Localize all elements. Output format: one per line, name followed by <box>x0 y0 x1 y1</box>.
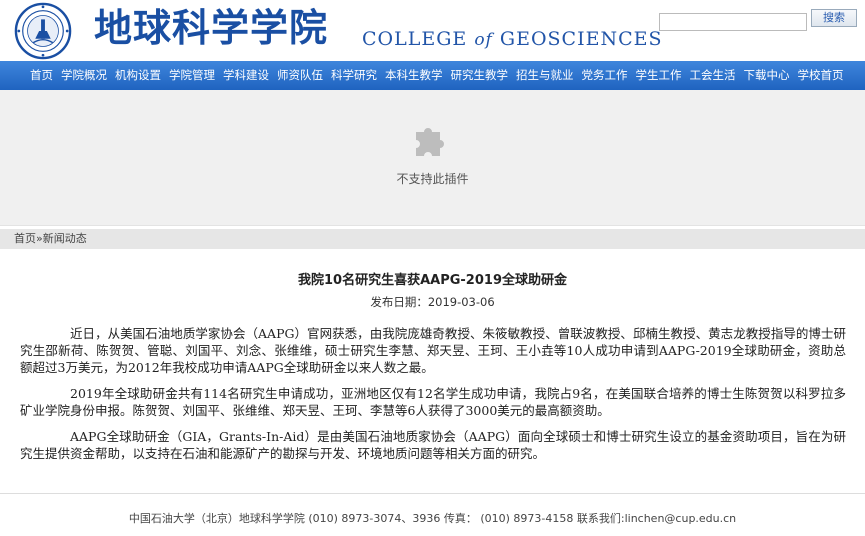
nav-item-management[interactable]: 学院管理 <box>169 61 215 90</box>
puzzle-piece-icon <box>416 128 444 156</box>
search-input[interactable] <box>659 13 807 31</box>
nav-item-overview[interactable]: 学院概况 <box>61 61 107 90</box>
title-en-of: of <box>474 30 493 50</box>
footer-divider <box>0 493 865 494</box>
university-seal-logo[interactable] <box>14 2 72 60</box>
nav-item-admissions[interactable]: 招生与就业 <box>516 61 574 90</box>
nav-item-graduate[interactable]: 研究生教学 <box>451 61 509 90</box>
publish-date: 发布日期：2019-03-06 <box>0 294 865 310</box>
nav-item-downloads[interactable]: 下载中心 <box>744 61 790 90</box>
title-en-suffix: GEOSCIENCES <box>499 28 663 50</box>
article-paragraph: 近日，从美国石油地质学家协会（AAPG）官网获悉，由我院庞雄奇教授、朱筱敏教授、… <box>20 326 846 375</box>
college-title-cn: 地球科学学院 <box>94 6 329 50</box>
nav-item-departments[interactable]: 机构设置 <box>115 61 161 90</box>
main-nav: 首页 学院概况 机构设置 学院管理 学科建设 师资队伍 科学研究 本科生教学 研… <box>0 61 865 90</box>
article-paragraph: AAPG全球助研金（GIA，Grants-In-Aid）是由美国石油地质家协会（… <box>20 429 846 461</box>
plugin-unsupported-message: 不支持此插件 <box>396 172 469 186</box>
title-en-prefix: COLLEGE <box>362 28 468 50</box>
article-paragraph: 2019年全球助研金共有114名研究生申请成功，亚洲地区仅有12名学生成功申请，… <box>20 386 846 418</box>
nav-item-research[interactable]: 科学研究 <box>331 61 377 90</box>
nav-item-union[interactable]: 工会生活 <box>690 61 736 90</box>
search-button[interactable]: 搜索 <box>811 9 857 27</box>
article-title: 我院10名研究生喜获AAPG-2019全球助研金 <box>298 273 567 288</box>
college-title-en: COLLEGE of GEOSCIENCES <box>362 26 663 53</box>
footer-contact: 中国石油大学（北京）地球科学学院 (010) 8973-3074、3936 传真… <box>128 512 737 525</box>
breadcrumb-home-link[interactable]: 首页 <box>14 232 36 245</box>
site-header: 地球科学学院 COLLEGE of GEOSCIENCES 搜索 <box>0 0 865 60</box>
nav-item-home[interactable]: 首页 <box>30 61 53 90</box>
nav-item-student-affairs[interactable]: 学生工作 <box>636 61 682 90</box>
article-body: 近日，从美国石油地质学家协会（AAPG）官网获悉，由我院庞雄奇教授、朱筱敏教授、… <box>20 325 846 471</box>
nav-item-undergrad[interactable]: 本科生教学 <box>385 61 443 90</box>
publish-date-value: 2019-03-06 <box>427 295 495 309</box>
publish-date-label: 发布日期： <box>370 295 428 309</box>
breadcrumb-current-link[interactable]: 新闻动态 <box>43 232 87 245</box>
nav-item-university-home[interactable]: 学校首页 <box>798 61 844 90</box>
plugin-placeholder: 不支持此插件 <box>0 90 865 226</box>
nav-item-disciplines[interactable]: 学科建设 <box>223 61 269 90</box>
breadcrumb: 首页»新闻动态 <box>0 229 865 249</box>
nav-item-party[interactable]: 党务工作 <box>582 61 628 90</box>
breadcrumb-separator: » <box>36 232 43 245</box>
nav-item-faculty[interactable]: 师资队伍 <box>277 61 323 90</box>
